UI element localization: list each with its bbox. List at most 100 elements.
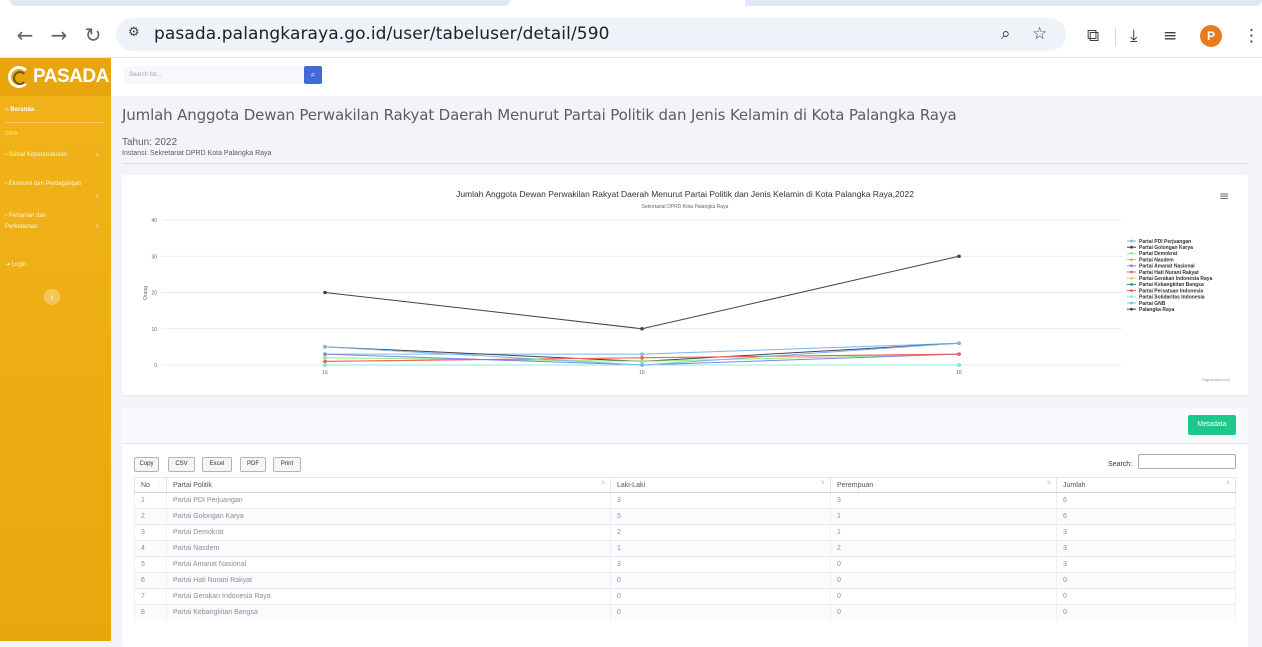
bookmark-star-icon[interactable]: ☆ [1032, 24, 1047, 44]
search-icon: ⌕ [310, 70, 316, 79]
x-tick-label: 16 [956, 370, 962, 376]
cell-partai: Partai PDI Perjuangan [166, 492, 611, 509]
sort-icon: ⇅ [1046, 480, 1051, 486]
sidebar-item-pertanian-line2[interactable]: Perkebunan [5, 224, 37, 230]
reading-list-icon[interactable]: ≡ [1163, 26, 1177, 46]
cell-laki: 5 [610, 508, 831, 525]
legend-marker [1130, 258, 1133, 261]
search-input[interactable]: Search for... [124, 66, 304, 84]
legend-marker [1130, 301, 1133, 305]
y-axis-label: Orang [143, 286, 149, 300]
profile-avatar[interactable]: P [1200, 25, 1222, 47]
pdf-button[interactable]: PDF [240, 457, 266, 472]
column-header-perempuan[interactable]: Perempuan ⇅ [830, 477, 1057, 493]
legend-marker [1130, 239, 1133, 243]
extensions-icon[interactable]: ⧉ [1087, 26, 1099, 46]
cell-laki: 0 [610, 604, 831, 621]
download-icon[interactable]: ⤓ [1130, 26, 1138, 46]
page-title: Jumlah Anggota Dewan Perwakilan Rakyat D… [122, 106, 957, 124]
table-search-input[interactable] [1138, 454, 1236, 469]
brand[interactable]: PASADA [0, 58, 111, 96]
topbar: Search for... ⌕ [111, 58, 1262, 96]
cell-perempuan: 1 [830, 508, 1057, 525]
cell-jumlah: 0 [1056, 572, 1236, 589]
zoom-icon[interactable]: ⌕ [1001, 24, 1011, 44]
cell-no: 6 [134, 572, 167, 589]
legend-marker [1130, 283, 1133, 286]
print-button[interactable]: Print [273, 457, 301, 472]
legend-label: Partai GNB [1139, 301, 1166, 307]
address-bar[interactable]: ⚙ pasada.palangkaraya.go.id/user/tabelus… [116, 18, 1066, 51]
data-point [640, 359, 644, 364]
column-header-laki[interactable]: Laki-Laki ⇅ [610, 477, 831, 493]
cell-perempuan: 3 [830, 492, 1057, 509]
cell-perempuan: 1 [830, 524, 1057, 541]
legend-label: Partai Amanat Nasional [1139, 264, 1195, 270]
chart-menu-icon[interactable]: ≡ [1219, 189, 1229, 203]
table-row: 3 Partai Demokrat 2 1 3 [134, 524, 1236, 541]
data-point [323, 363, 327, 367]
sort-icon: ⇅ [600, 480, 605, 486]
legend-label: Palangka Raya [1139, 307, 1175, 313]
csv-button[interactable]: CSV [168, 457, 195, 472]
browser-tab[interactable] [745, 0, 1262, 6]
legend-label: Partai Gerakan Indonesia Raya [1139, 276, 1213, 282]
reload-icon[interactable]: ↻ [80, 22, 106, 48]
sidebar-item-pertanian[interactable]: ▫ Pertanian dan [5, 213, 46, 219]
legend-marker [1130, 270, 1133, 274]
menu-kebab-icon[interactable]: ⋮ [1243, 26, 1260, 46]
column-header-partai[interactable]: Partai Politik ⇅ [166, 477, 611, 493]
table-card-header: Metadata [122, 407, 1248, 444]
legend-marker [1130, 264, 1133, 268]
forward-icon[interactable]: → [46, 22, 72, 48]
sort-icon: ⇅ [1225, 480, 1230, 486]
data-point [957, 352, 961, 356]
sidebar-item-beranda[interactable]: ⌂ Beranda [5, 107, 34, 113]
cell-jumlah: 0 [1056, 604, 1236, 621]
table-row: 8 Partai Kebangkitan Bangsa 0 0 0 [134, 604, 1236, 621]
cell-laki: 3 [610, 492, 831, 509]
browser-tab[interactable] [10, 0, 510, 6]
legend-label: Partai Kebangkitan Bangsa [1139, 282, 1204, 288]
sidebar-item-login[interactable]: ⇥ Login [5, 261, 26, 268]
sidebar-section-head: DATA [5, 131, 18, 137]
cell-partai: Partai Hati Nurani Rakyat [166, 572, 611, 589]
cell-perempuan: 0 [830, 604, 1057, 621]
url-text[interactable]: pasada.palangkaraya.go.id/user/tabeluser… [154, 24, 610, 44]
legend-marker [1130, 276, 1133, 280]
copy-button[interactable]: Copy [134, 457, 159, 472]
cell-partai: Partai Amanat Nasional [166, 556, 611, 573]
search-button[interactable]: ⌕ [304, 66, 322, 84]
brand-name: PASADA [33, 66, 109, 87]
chevron-right-icon: › [96, 221, 99, 230]
x-tick-label: 16 [322, 370, 328, 376]
back-icon[interactable]: ← [12, 22, 38, 48]
data-point [640, 355, 644, 360]
metadata-button[interactable]: Metadata [1188, 415, 1236, 435]
brand-logo-icon [8, 66, 30, 88]
cell-partai: Partai Nasdem [166, 540, 611, 557]
y-tick-label: 20 [151, 291, 157, 297]
legend-label: Partai Solidaritas Indonesia [1139, 295, 1205, 301]
excel-button[interactable]: Excel [202, 457, 232, 472]
legend-marker [1130, 289, 1133, 292]
agency-label: Instansi: Sekretariat DPRD Kota Palangka… [122, 150, 272, 157]
sidebar-collapse-button[interactable]: ‹ [44, 289, 60, 305]
cell-partai: Partai Demokrat [166, 524, 611, 541]
line-chart: Jumlah Anggota Dewan Perwakilan Rakyat D… [143, 189, 1231, 382]
cell-laki: 1 [610, 540, 831, 557]
data-point [323, 359, 327, 364]
legend-label: Partai Nasdem [1139, 257, 1174, 263]
sidebar-item-sosial[interactable]: ▫ Sosial Kependudukan [5, 152, 67, 158]
sort-icon: ⇅ [820, 480, 825, 486]
column-header-no[interactable]: No ↑ [134, 477, 167, 493]
data-point [957, 254, 961, 259]
cell-laki: 0 [610, 588, 831, 605]
sidebar-item-ekonomi[interactable]: ▫ Ekonomi dan Perdagangan [5, 181, 82, 187]
cell-laki: 3 [610, 556, 831, 573]
column-header-jumlah[interactable]: Jumlah ⇅ [1056, 477, 1236, 493]
site-info-icon[interactable]: ⚙ [128, 25, 148, 45]
cell-jumlah: 6 [1056, 508, 1236, 525]
cell-laki: 0 [610, 572, 831, 589]
login-icon: ⇥ [5, 262, 12, 268]
